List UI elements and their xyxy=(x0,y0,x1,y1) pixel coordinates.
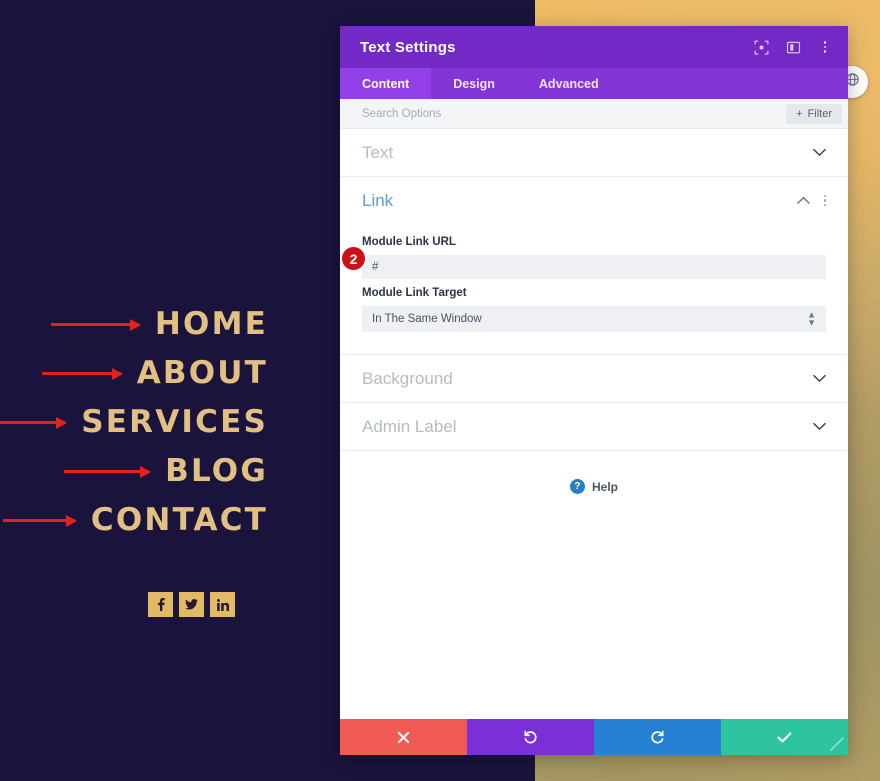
undo-button[interactable] xyxy=(467,719,594,755)
section-link-title: Link xyxy=(362,190,394,210)
section-link-options-icon[interactable] xyxy=(823,194,826,207)
section-text-title: Text xyxy=(362,142,394,162)
nav-item-contact[interactable]: CONTACT xyxy=(0,496,340,545)
nav-item-label: CONTACT xyxy=(90,502,268,538)
filter-button[interactable]: + Filter xyxy=(786,103,842,124)
arrow-icon xyxy=(0,421,66,424)
layout-toggle-icon[interactable] xyxy=(784,38,802,56)
modal-body: Text Link Module Link URL Module Link Ta… xyxy=(340,129,848,719)
tab-advanced[interactable]: Advanced xyxy=(517,68,621,99)
nav-item-blog[interactable]: BLOG xyxy=(0,447,340,496)
nav-item-services[interactable]: SERVICES xyxy=(0,398,340,447)
cancel-button[interactable] xyxy=(340,719,467,755)
section-link: Link Module Link URL Module Link Target … xyxy=(340,177,848,355)
nav-item-home[interactable]: HOME xyxy=(0,300,340,349)
resize-handle[interactable] xyxy=(826,733,848,755)
tab-label: Content xyxy=(362,76,410,91)
twitter-icon[interactable] xyxy=(179,592,204,617)
help-row[interactable]: ? Help xyxy=(340,451,848,522)
arrow-icon xyxy=(2,519,75,522)
nav-item-about[interactable]: ABOUT xyxy=(0,349,340,398)
section-admin-label: Admin Label xyxy=(340,403,848,451)
facebook-icon[interactable] xyxy=(148,592,173,617)
section-background: Background xyxy=(340,355,848,403)
section-text: Text xyxy=(340,129,848,177)
arrow-icon xyxy=(41,372,121,375)
redo-button[interactable] xyxy=(594,719,721,755)
modal-header-actions xyxy=(752,38,834,56)
chevron-down-icon xyxy=(813,372,826,385)
plus-icon: + xyxy=(796,107,803,120)
section-admin-label-header[interactable]: Admin Label xyxy=(362,403,826,450)
modal-footer xyxy=(340,719,848,755)
vertical-dots xyxy=(823,41,827,53)
social-links xyxy=(148,592,235,617)
nav-item-label: SERVICES xyxy=(81,404,268,440)
tab-label: Design xyxy=(453,76,495,91)
module-link-url-label: Module Link URL xyxy=(362,236,456,248)
focus-icon[interactable] xyxy=(752,38,770,56)
nav-item-label: BLOG xyxy=(165,453,268,489)
chevron-down-icon xyxy=(813,146,826,159)
tab-label: Advanced xyxy=(538,76,599,91)
arrow-icon xyxy=(50,323,139,326)
nav-item-label: ABOUT xyxy=(136,355,268,391)
more-options-icon[interactable] xyxy=(816,38,834,56)
section-text-header[interactable]: Text xyxy=(362,129,826,176)
module-link-url-input[interactable] xyxy=(362,255,826,279)
close-icon xyxy=(397,731,410,744)
site-navigation: HOME ABOUT SERVICES BLOG CONTACT xyxy=(0,300,340,545)
chevron-down-icon xyxy=(813,420,826,433)
module-link-target-label: Module Link Target xyxy=(362,287,467,299)
section-background-title: Background xyxy=(362,368,453,388)
undo-icon xyxy=(523,730,538,745)
chevron-up-icon xyxy=(796,194,810,207)
linkedin-icon[interactable] xyxy=(210,592,235,617)
help-label: Help xyxy=(591,479,618,494)
arrow-icon xyxy=(64,470,150,473)
filter-label: Filter xyxy=(807,107,832,120)
tab-design[interactable]: Design xyxy=(431,68,517,99)
tab-content[interactable]: Content xyxy=(340,68,432,99)
section-admin-label-title: Admin Label xyxy=(362,416,457,436)
modal-title: Text Settings xyxy=(360,38,456,56)
nav-item-label: HOME xyxy=(154,306,268,342)
modal-header: Text Settings xyxy=(340,26,848,68)
section-link-header[interactable]: Link xyxy=(362,177,826,224)
search-input[interactable] xyxy=(362,107,787,120)
text-settings-modal: Text Settings Content Design Advanced Se… xyxy=(340,26,848,755)
module-link-target-wrapper: ▲▼ xyxy=(362,306,826,332)
section-link-body: Module Link URL Module Link Target ▲▼ xyxy=(362,224,826,354)
question-mark-icon: ? xyxy=(569,479,585,494)
step-badge-2: 2 xyxy=(341,246,366,271)
redo-icon xyxy=(650,730,665,745)
check-icon xyxy=(777,731,792,744)
modal-tabs: Content Design Advanced xyxy=(340,68,848,99)
section-background-header[interactable]: Background xyxy=(362,355,826,402)
module-link-target-select[interactable] xyxy=(362,306,826,332)
search-options-bar: + Filter xyxy=(340,99,848,129)
